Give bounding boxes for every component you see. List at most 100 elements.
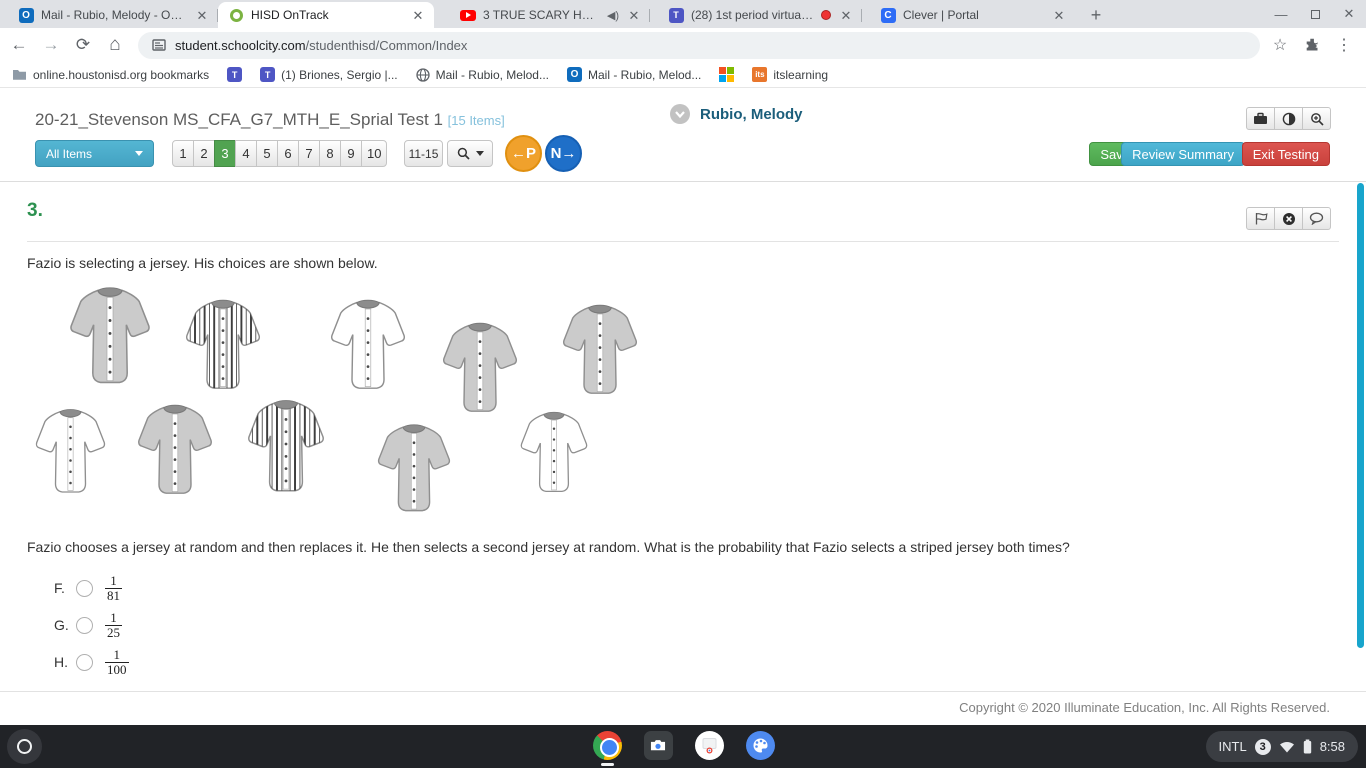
address-bar[interactable]: student.schoolcity.com/studenthisd/Commo… (138, 31, 1260, 59)
fraction-numerator: 1 (110, 572, 117, 588)
url-host: student.schoolcity.com (175, 37, 306, 53)
comment-button[interactable] (1302, 207, 1331, 230)
question-nav-3-active[interactable]: 3 (214, 140, 236, 167)
notification-badge: 3 (1254, 738, 1271, 755)
question-nav-6[interactable]: 6 (277, 140, 299, 167)
bookmark-mail-globe[interactable]: Mail - Rubio, Melod... (415, 68, 549, 82)
exit-testing-button[interactable]: Exit Testing (1241, 142, 1330, 166)
zoom-in-icon (1310, 112, 1324, 126)
magnify-button[interactable] (1302, 107, 1331, 130)
question-nav-1[interactable]: 1 (172, 140, 194, 167)
eliminate-icon (1282, 212, 1295, 225)
choice-h-radio[interactable] (76, 653, 93, 671)
eliminate-choice-button[interactable] (1274, 207, 1303, 230)
previous-question-button[interactable]: ← P (505, 135, 542, 172)
caret-down-icon (135, 151, 143, 156)
canvas-app-button[interactable] (695, 731, 724, 760)
tab-hisd-ontrack[interactable]: HISD OnTrack ✕ (218, 2, 434, 28)
bookmark-mail-outlook[interactable]: O Mail - Rubio, Melod... (566, 67, 701, 82)
close-icon[interactable]: ✕ (410, 7, 426, 23)
jersey-white (33, 401, 108, 502)
toolbar-right: ☆ ⋮ (1268, 33, 1366, 57)
toolbox-button[interactable] (1246, 107, 1275, 130)
canvas-icon (695, 731, 724, 760)
shelf-apps (593, 731, 775, 766)
close-icon[interactable]: ✕ (838, 7, 854, 23)
close-icon[interactable]: ✕ (1051, 7, 1067, 23)
url-text[interactable]: student.schoolcity.com/studenthisd/Commo… (175, 38, 467, 53)
contrast-button[interactable] (1274, 107, 1303, 130)
question-nav-10[interactable]: 10 (361, 140, 388, 167)
home-icon[interactable]: ⌂ (102, 32, 128, 58)
battery-icon (1303, 739, 1311, 754)
clock: 8:58 (1319, 739, 1345, 754)
search-questions-dropdown[interactable] (447, 140, 493, 167)
flag-question-button[interactable] (1246, 207, 1275, 230)
tab-outlook[interactable]: O Mail - Rubio, Melody - Outlook ✕ (8, 2, 218, 28)
choice-g-radio[interactable] (76, 616, 93, 634)
accessibility-tools (1246, 107, 1331, 130)
tab-title: HISD OnTrack (251, 8, 329, 22)
forward-icon[interactable]: → (38, 32, 64, 58)
teams-icon: T (227, 67, 243, 82)
site-info-icon[interactable] (152, 38, 166, 52)
flag-icon (1255, 213, 1268, 225)
page-scrollbar[interactable] (1357, 183, 1364, 648)
bookmark-star-icon[interactable]: ☆ (1268, 33, 1292, 57)
close-window-button[interactable]: ✕ (1342, 6, 1356, 21)
camera-app-button[interactable] (644, 731, 673, 760)
caret-down-icon (475, 151, 484, 156)
back-icon[interactable]: ← (6, 32, 32, 58)
new-tab-button[interactable]: + (1083, 2, 1109, 28)
teams-icon: T (668, 7, 684, 23)
question-range-button[interactable]: 11-15 (404, 140, 443, 167)
tab-teams-meeting[interactable]: T (28) 1st period virtual meet ✕ (658, 2, 862, 28)
question-nav-5[interactable]: 5 (256, 140, 278, 167)
bookmark-microsoft[interactable] (719, 67, 735, 82)
tab-title: Clever | Portal (903, 8, 979, 22)
audio-playing-icon[interactable]: ◀) (607, 9, 619, 22)
maximize-button[interactable] (1308, 7, 1322, 21)
reload-icon[interactable]: ⟳ (70, 32, 96, 58)
question-number-nav: 1 2 3 4 5 6 7 8 9 10 (172, 140, 388, 167)
close-icon[interactable]: ✕ (194, 7, 210, 23)
test-header: 20-21_Stevenson MS_CFA_G7_MTH_E_Sprial T… (0, 89, 1366, 181)
status-tray[interactable]: INTL 3 8:58 (1205, 731, 1358, 762)
bookmark-label: (1) Briones, Sergio |... (281, 67, 398, 82)
fraction-denominator: 100 (105, 661, 129, 677)
close-icon[interactable]: ✕ (626, 7, 642, 23)
question-nav-9[interactable]: 9 (340, 140, 362, 167)
launcher-button[interactable] (7, 729, 42, 764)
outlook-icon: O (18, 7, 34, 23)
choice-letter: H. (54, 654, 68, 670)
review-summary-button[interactable]: Review Summary (1121, 142, 1245, 166)
choice-g: G. 1 25 (54, 611, 129, 639)
chrome-app-button[interactable] (593, 731, 622, 766)
next-question-button[interactable]: N → (545, 135, 582, 172)
test-title: 20-21_Stevenson MS_CFA_G7_MTH_E_Sprial T… (35, 110, 505, 130)
bookmark-teams[interactable]: T (227, 67, 243, 82)
minimize-button[interactable]: — (1274, 7, 1288, 22)
jersey-gray (560, 298, 640, 402)
all-items-dropdown[interactable]: All Items (35, 140, 154, 167)
jersey-striped (245, 393, 327, 500)
launcher-icon (17, 739, 32, 754)
bookmark-itslearning[interactable]: its itslearning (752, 67, 828, 82)
student-menu[interactable]: Rubio, Melody (670, 104, 803, 124)
tab-title: (28) 1st period virtual meet (691, 8, 814, 22)
question-nav-2[interactable]: 2 (193, 140, 215, 167)
tab-youtube[interactable]: 3 TRUE SCARY HOTEL STOR ◀) ✕ (450, 2, 650, 28)
question-nav-8[interactable]: 8 (319, 140, 341, 167)
question-nav-7[interactable]: 7 (298, 140, 320, 167)
theme-app-button[interactable] (746, 731, 775, 760)
question-nav-4[interactable]: 4 (235, 140, 257, 167)
menu-icon[interactable]: ⋮ (1332, 33, 1356, 57)
choice-h: H. 1 100 (54, 648, 129, 676)
chevron-down-icon[interactable] (670, 104, 690, 124)
bookmark-briones[interactable]: T (1) Briones, Sergio |... (260, 67, 398, 82)
tab-clever[interactable]: C Clever | Portal ✕ (870, 2, 1075, 28)
choice-f-radio[interactable] (76, 579, 93, 597)
browser-tab-strip: O Mail - Rubio, Melody - Outlook ✕ HISD … (0, 0, 1366, 28)
bookmark-folder[interactable]: online.houstonisd.org bookmarks (12, 68, 209, 82)
extensions-icon[interactable] (1300, 33, 1324, 57)
